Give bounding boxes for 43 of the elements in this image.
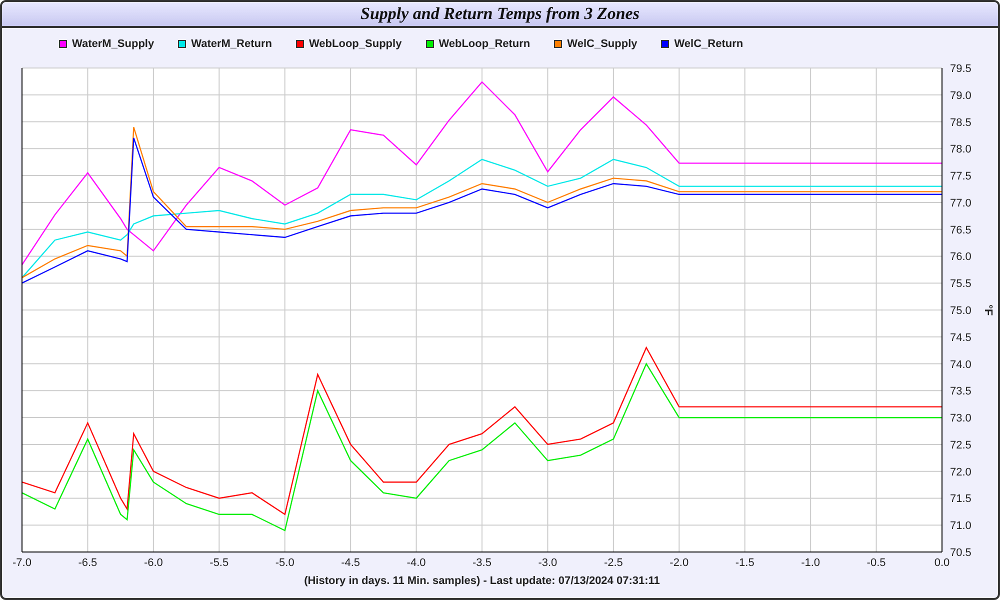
axis-tick-label: 0.0 bbox=[934, 557, 950, 569]
legend-label: WelC_Return bbox=[674, 36, 744, 52]
legend-label: WelC_Supply bbox=[567, 36, 638, 52]
axis-tick-label: -4.0 bbox=[406, 557, 426, 569]
legend-label: WaterM_Supply bbox=[72, 36, 154, 52]
axis-tick-label: 71.0 bbox=[950, 520, 972, 532]
axis-tick-label: 72.5 bbox=[950, 439, 972, 452]
chart-title: Supply and Return Temps from 3 Zones bbox=[360, 3, 640, 26]
axis-tick-label: 71.5 bbox=[950, 493, 972, 506]
axis-tick-label: 78.5 bbox=[950, 116, 972, 129]
axis-tick-label: -5.5 bbox=[210, 557, 229, 569]
axis-tick-label: 79.5 bbox=[950, 63, 972, 75]
axis-tick-label: 70.5 bbox=[950, 547, 972, 559]
axis-tick-label: 77.5 bbox=[950, 170, 972, 183]
axis-tick-label: -0.5 bbox=[866, 557, 886, 569]
axis-tick-label: 74.0 bbox=[950, 358, 972, 371]
axis-tick-label: 79.0 bbox=[950, 90, 972, 102]
axis-tick-label: 76.0 bbox=[950, 251, 972, 264]
axis-tick-label: 76.5 bbox=[950, 224, 972, 236]
axis-tick-label: 75.5 bbox=[950, 278, 972, 290]
legend-label: WebLoop_Supply bbox=[309, 36, 402, 52]
axis-tick-label: -6.0 bbox=[144, 557, 163, 569]
axis-tick-label: -1.5 bbox=[735, 557, 754, 569]
axis-tick-label: -6.5 bbox=[78, 557, 98, 569]
axis-tick-label: -2.0 bbox=[670, 557, 689, 569]
axis-tick-label: -7.0 bbox=[12, 557, 32, 569]
axis-title: (History in days. 11 Min. samples) - Last update: 07/13/2024 07:31:11 bbox=[304, 575, 660, 587]
axis-tick-label: -2.5 bbox=[604, 557, 623, 569]
axis-tick-label: -3.5 bbox=[472, 557, 492, 569]
axis-tick-label: 75.0 bbox=[950, 305, 972, 317]
axis-tick-label: 73.0 bbox=[950, 412, 972, 425]
legend-label: WebLoop_Return bbox=[438, 36, 530, 52]
axis-tick-label: 72.0 bbox=[950, 466, 972, 478]
axis-tick-label: -4.5 bbox=[341, 557, 360, 569]
axis-tick-label: -3.0 bbox=[538, 557, 558, 569]
axis-tick-label: 74.5 bbox=[950, 332, 972, 344]
axis-title: °F bbox=[982, 304, 994, 316]
axis-tick-label: 77.0 bbox=[950, 197, 972, 210]
axis-tick-label: -1.0 bbox=[801, 557, 820, 569]
axis-tick-label: 73.5 bbox=[950, 386, 972, 398]
axis-tick-label: 78.0 bbox=[950, 144, 972, 156]
legend-label: WaterM_Return bbox=[191, 36, 272, 52]
axis-tick-label: -5.0 bbox=[275, 557, 294, 569]
